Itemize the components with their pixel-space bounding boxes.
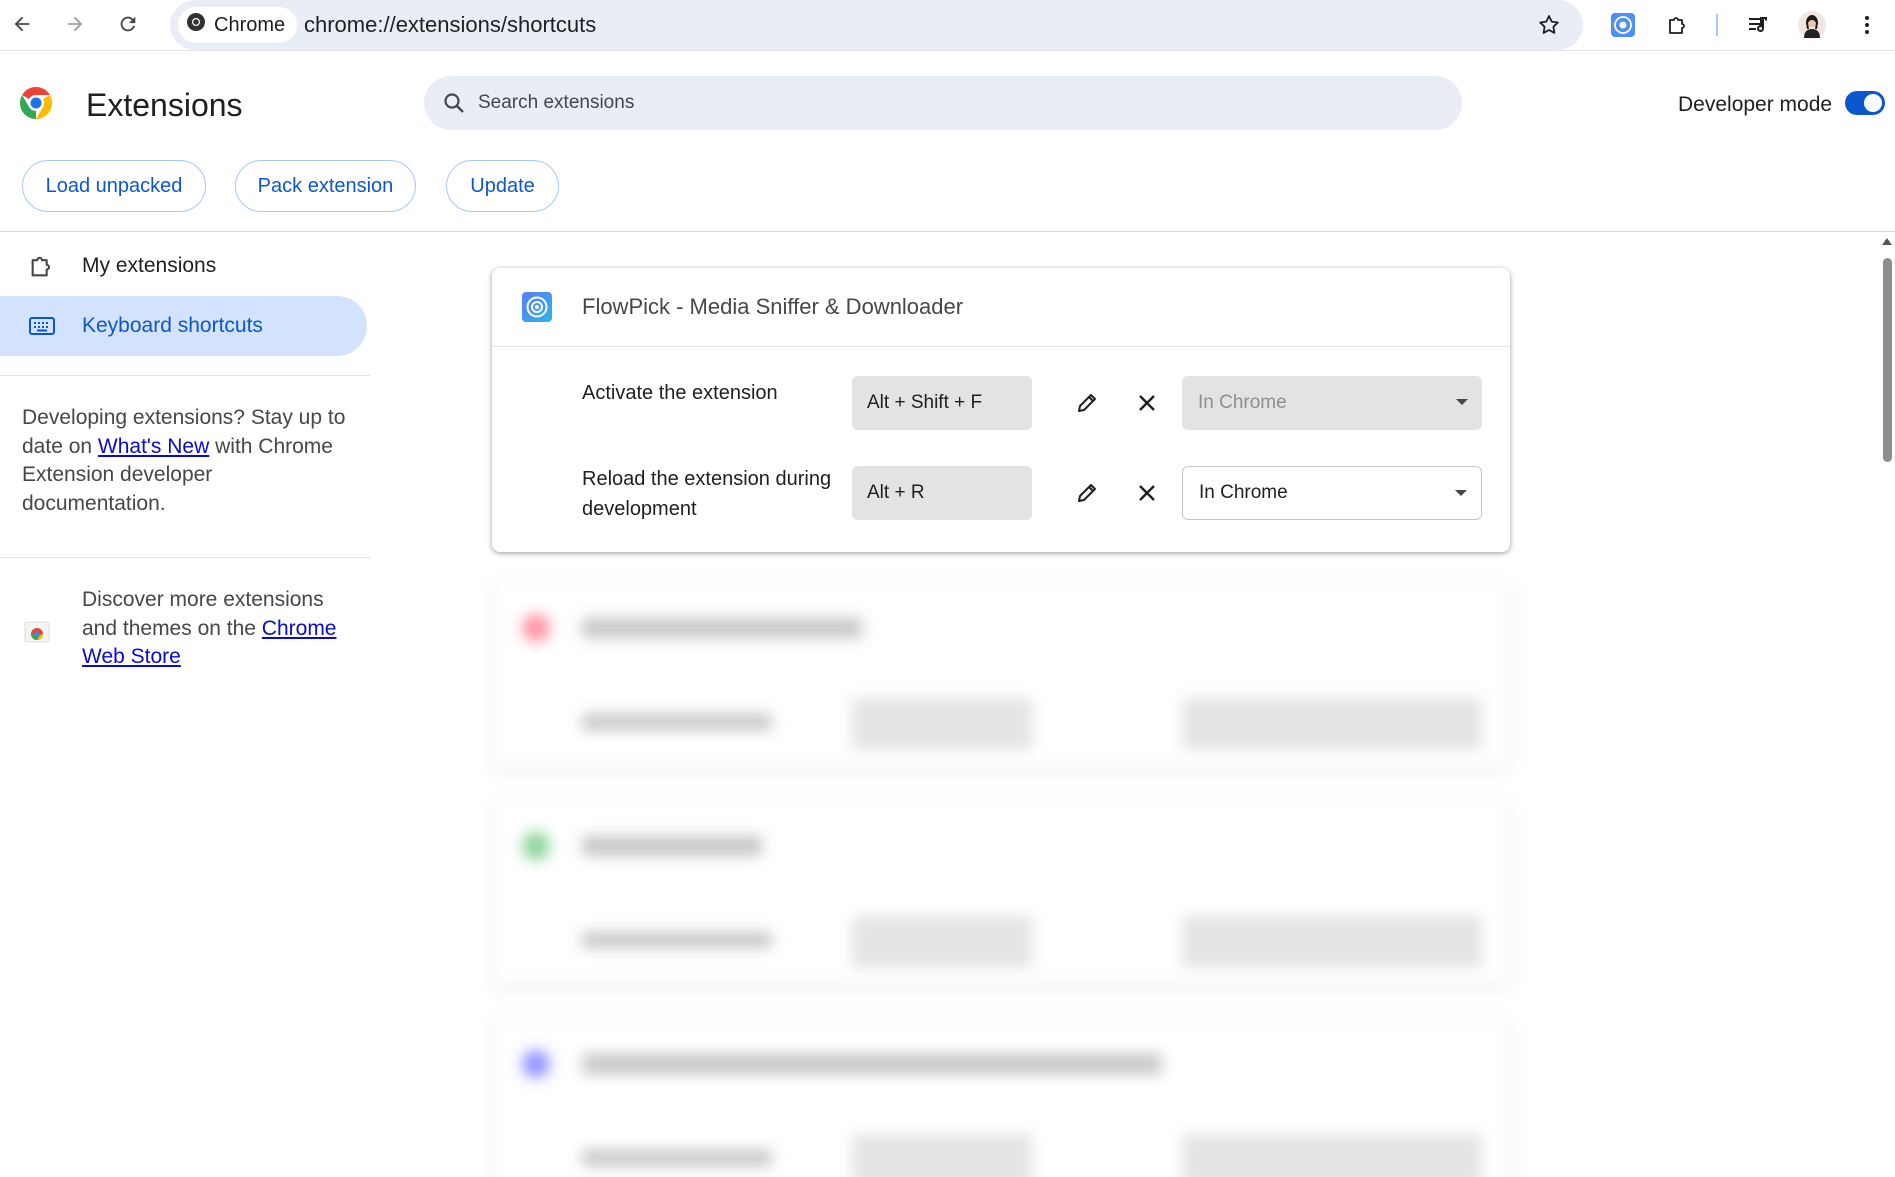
developer-mode-label: Developer mode: [1678, 93, 1833, 116]
shortcut-scope-select[interactable]: In Chrome: [1182, 376, 1482, 430]
search-input[interactable]: [476, 91, 1380, 115]
chevron-down-icon: [1455, 490, 1467, 496]
shortcut-row: Activate the extension Alt + Shift + F I…: [492, 357, 1510, 447]
sidebar-item-label: Keyboard shortcuts: [82, 314, 263, 337]
shortcut-keys-field[interactable]: Alt + Shift + F: [852, 376, 1032, 430]
toggle-knob: [1864, 94, 1882, 112]
shortcut-row: Reload the extension during development …: [492, 447, 1510, 537]
web-store-icon: [22, 614, 52, 649]
extensions-header: Extensions Developer mode Load unpacked …: [0, 51, 1895, 232]
flowpick-icon: [522, 292, 552, 322]
obscured-extension-card: [492, 1018, 1510, 1177]
obscured-field: [852, 698, 1032, 750]
url-text[interactable]: chrome://extensions/shortcuts: [304, 12, 596, 38]
obscured-extension-card: [492, 800, 1510, 986]
load-unpacked-button[interactable]: Load unpacked: [22, 160, 206, 212]
obscured-field: [1182, 916, 1482, 968]
shortcut-keys-field[interactable]: Alt + R: [852, 466, 1032, 520]
media-queue-icon[interactable]: [1741, 8, 1775, 42]
sidebar-divider: [0, 557, 370, 558]
extension-name: FlowPick - Media Sniffer & Downloader: [582, 294, 964, 319]
clear-shortcut-close-icon[interactable]: [1127, 383, 1167, 423]
site-chip[interactable]: Chrome: [178, 7, 298, 43]
chevron-down-icon: [1456, 399, 1468, 405]
obscured-field: [852, 1134, 1032, 1177]
obscured-extension-card: [492, 582, 1510, 768]
obscured-field: [1182, 698, 1482, 750]
developer-mode-toggle[interactable]: [1845, 91, 1885, 115]
extension-puzzle-icon: [24, 252, 60, 280]
obscured-text: [582, 618, 862, 638]
clear-shortcut-close-icon[interactable]: [1127, 473, 1167, 513]
flowpick-extension-icon[interactable]: [1606, 8, 1640, 42]
extension-card-header: FlowPick - Media Sniffer & Downloader: [492, 268, 1510, 347]
obscured-text: [582, 1150, 772, 1166]
chrome-icon: [186, 12, 206, 38]
keyboard-icon: [24, 317, 60, 335]
obscured-text: [582, 1054, 1162, 1074]
extensions-puzzle-icon[interactable]: [1661, 8, 1695, 42]
forward-icon[interactable]: [57, 6, 93, 42]
obscured-extension-icon: [522, 614, 550, 642]
extension-card: FlowPick - Media Sniffer & Downloader Ac…: [492, 268, 1510, 552]
shortcut-label: Reload the extension during development: [582, 468, 832, 520]
sidebar-item-my-extensions[interactable]: My extensions: [0, 236, 367, 296]
sidebar-item-keyboard-shortcuts[interactable]: Keyboard shortcuts: [0, 296, 367, 356]
page-title: Extensions: [86, 87, 243, 123]
chrome-logo-icon: [18, 85, 54, 126]
obscured-extension-icon: [522, 1050, 550, 1078]
bookmark-star-icon[interactable]: [1532, 8, 1566, 42]
obscured-text: [582, 714, 772, 730]
whats-new-link[interactable]: What's New: [98, 435, 209, 458]
scroll-up-arrow-icon[interactable]: [1882, 238, 1892, 245]
site-chip-label: Chrome: [214, 13, 286, 36]
shortcut-label: Activate the extension: [582, 382, 778, 404]
address-bar[interactable]: Chrome chrome://extensions/shortcuts: [170, 0, 1583, 50]
sidebar-divider: [0, 375, 370, 376]
obscured-extension-icon: [522, 832, 550, 860]
obscured-text: [582, 836, 762, 856]
update-button[interactable]: Update: [446, 160, 559, 212]
scope-value: In Chrome: [1198, 392, 1287, 413]
obscured-text: [582, 932, 772, 948]
page-scrollbar[interactable]: [1880, 232, 1895, 1177]
developer-news-text: Developing extensions? Stay up to date o…: [22, 404, 352, 518]
back-icon[interactable]: [4, 6, 40, 42]
reload-icon[interactable]: [110, 6, 146, 42]
toolbar-divider: [1716, 14, 1718, 36]
search-icon: [442, 91, 466, 115]
sidebar-item-label: My extensions: [82, 254, 217, 277]
search-bar[interactable]: [424, 76, 1462, 130]
browser-menu-icon[interactable]: [1850, 8, 1884, 42]
shortcuts-main: FlowPick - Media Sniffer & Downloader Ac…: [370, 232, 1890, 1177]
edit-shortcut-pencil-icon[interactable]: [1067, 473, 1107, 513]
edit-shortcut-pencil-icon[interactable]: [1067, 383, 1107, 423]
obscured-field: [1182, 1134, 1482, 1177]
browser-toolbar: Chrome chrome://extensions/shortcuts: [0, 0, 1895, 51]
scrollbar-thumb[interactable]: [1883, 258, 1892, 462]
scope-value: In Chrome: [1199, 482, 1288, 503]
web-store-text: Discover more extensions and themes on t…: [82, 586, 342, 672]
shortcut-scope-select[interactable]: In Chrome: [1182, 466, 1482, 520]
obscured-field: [852, 916, 1032, 968]
sidebar: My extensions Keyboard shortcuts Develop…: [0, 232, 370, 1177]
profile-avatar[interactable]: [1795, 8, 1829, 42]
pack-extension-button[interactable]: Pack extension: [235, 160, 416, 212]
